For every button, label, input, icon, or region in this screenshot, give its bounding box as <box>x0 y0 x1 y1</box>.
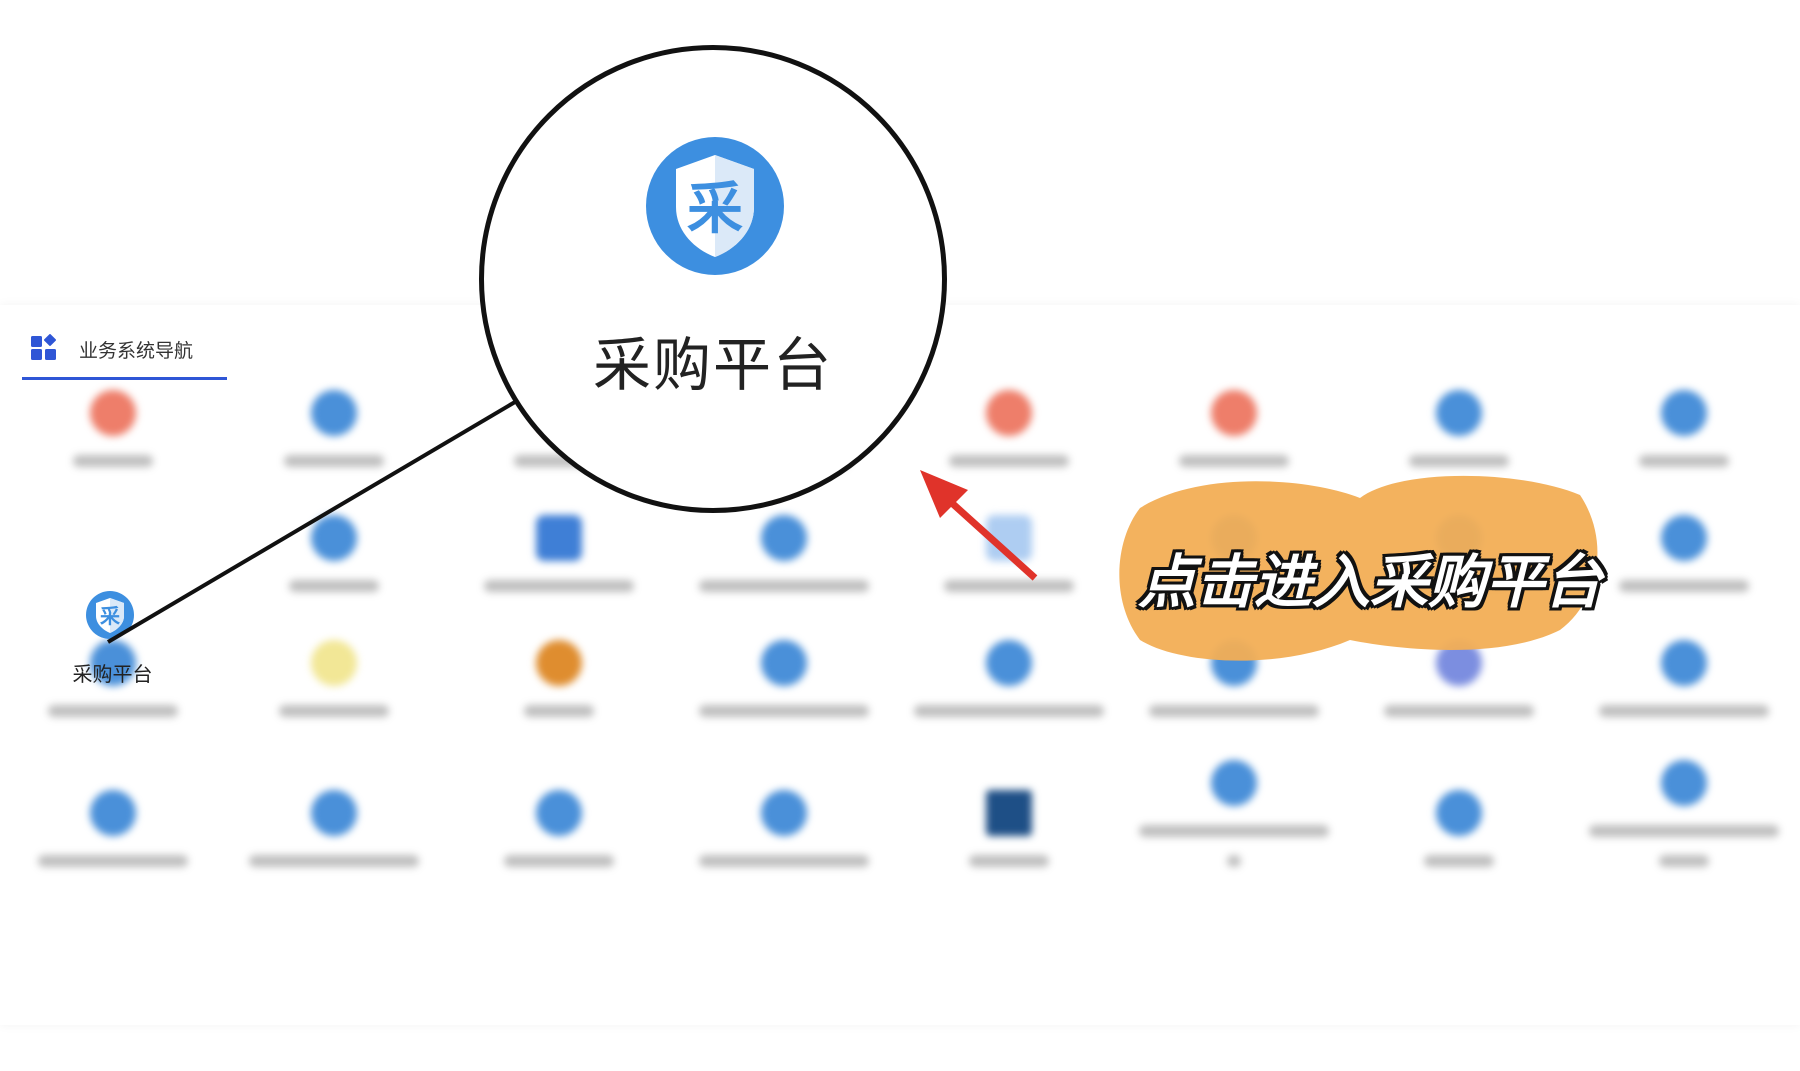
app-tile[interactable] <box>446 790 671 930</box>
procurement-platform-label: 采购平台 <box>72 662 153 686</box>
app-tile[interactable] <box>896 640 1121 780</box>
app-icon <box>1660 390 1707 436</box>
app-tile[interactable] <box>1121 760 1346 900</box>
app-tile[interactable] <box>221 790 446 930</box>
shield-cai-icon: 采 <box>86 591 134 639</box>
app-tile[interactable] <box>221 640 446 780</box>
app-icon <box>535 640 582 686</box>
app-tile[interactable] <box>446 515 671 655</box>
app-icon <box>535 515 582 561</box>
zoom-magnifier: 采 采购平台 <box>479 45 947 513</box>
app-tile[interactable] <box>1346 390 1571 530</box>
shield-cai-icon-large: 采 <box>646 137 784 275</box>
app-tile[interactable] <box>671 515 896 655</box>
app-tile[interactable] <box>221 390 446 530</box>
app-tile[interactable] <box>1121 390 1346 530</box>
svg-text:采: 采 <box>687 177 743 242</box>
app-tile[interactable] <box>1346 790 1571 930</box>
app-icon <box>1435 640 1482 686</box>
app-icon <box>1210 760 1257 806</box>
app-icon <box>760 790 807 836</box>
app-tile[interactable] <box>896 390 1121 530</box>
app-tile[interactable] <box>671 790 896 930</box>
app-icon <box>760 515 807 561</box>
app-icon <box>1435 390 1482 436</box>
app-icon <box>985 790 1032 836</box>
app-tile[interactable] <box>1571 640 1796 780</box>
app-tile[interactable] <box>0 790 225 930</box>
app-icon <box>310 515 357 561</box>
app-icon <box>310 640 357 686</box>
app-icon <box>89 390 136 436</box>
zoom-label: 采购平台 <box>592 331 833 399</box>
app-tile[interactable] <box>0 390 225 530</box>
app-icon <box>310 390 357 436</box>
app-icon <box>310 790 357 836</box>
app-tile[interactable] <box>1571 390 1796 530</box>
app-icon <box>1210 390 1257 436</box>
callout-text: 点击进入采购平台 <box>1137 548 1602 616</box>
app-icon <box>985 640 1032 686</box>
app-tile[interactable] <box>221 515 446 655</box>
app-icon <box>1660 640 1707 686</box>
app-icon <box>985 390 1032 436</box>
app-icon <box>1210 640 1257 686</box>
app-tile[interactable] <box>1571 760 1796 900</box>
svg-text:采: 采 <box>100 604 120 628</box>
app-tile[interactable] <box>446 640 671 780</box>
procurement-platform-tile[interactable]: 采 采购平台 <box>25 590 200 700</box>
app-icon <box>1435 790 1482 836</box>
app-tile[interactable] <box>896 790 1121 930</box>
app-icon <box>1660 760 1707 806</box>
app-icon <box>89 790 136 836</box>
app-icon <box>985 515 1032 561</box>
app-tile[interactable] <box>1121 640 1346 780</box>
app-icon <box>760 640 807 686</box>
app-icon <box>535 790 582 836</box>
app-tile[interactable] <box>1346 640 1571 780</box>
app-tile[interactable] <box>671 640 896 780</box>
